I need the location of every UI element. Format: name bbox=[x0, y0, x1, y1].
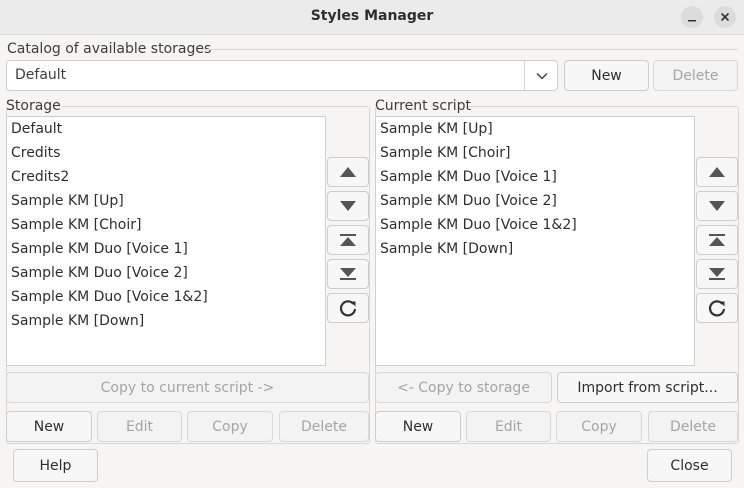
import-from-script-button[interactable]: Import from script... bbox=[557, 372, 738, 403]
sort-icon bbox=[338, 298, 358, 318]
list-item[interactable]: Sample KM Duo [Voice 1] bbox=[7, 237, 325, 261]
catalog-combobox[interactable]: Default bbox=[6, 60, 558, 91]
sort-icon bbox=[707, 298, 727, 318]
storage-move-bottom-button[interactable] bbox=[327, 259, 369, 289]
script-frame-top bbox=[468, 106, 737, 107]
storage-copy-button[interactable]: Copy bbox=[187, 411, 273, 442]
title-bar: Styles Manager bbox=[0, 0, 744, 35]
script-move-down-button[interactable] bbox=[696, 191, 738, 221]
help-button[interactable]: Help bbox=[13, 449, 98, 482]
list-item[interactable]: Sample KM [Down] bbox=[7, 309, 325, 333]
list-item[interactable]: Sample KM Duo [Voice 1] bbox=[376, 165, 694, 189]
list-item[interactable]: Sample KM [Up] bbox=[376, 117, 694, 141]
list-item[interactable]: Sample KM Duo [Voice 1&2] bbox=[7, 285, 325, 309]
move-to-top-icon bbox=[708, 233, 726, 247]
catalog-delete-button[interactable]: Delete bbox=[653, 60, 738, 91]
copy-to-storage-button[interactable]: <- Copy to storage bbox=[375, 372, 552, 403]
storage-frame-top bbox=[62, 106, 368, 107]
storage-move-up-button[interactable] bbox=[327, 157, 369, 187]
window-title: Styles Manager bbox=[310, 8, 434, 24]
close-window-button[interactable] bbox=[714, 6, 736, 28]
list-item[interactable]: Credits2 bbox=[7, 165, 325, 189]
script-delete-button[interactable]: Delete bbox=[648, 411, 738, 442]
script-move-bottom-button[interactable] bbox=[696, 259, 738, 289]
list-item[interactable]: Sample KM Duo [Voice 1&2] bbox=[376, 213, 694, 237]
script-copy-button[interactable]: Copy bbox=[556, 411, 642, 442]
triangle-down-icon bbox=[339, 200, 357, 212]
storage-move-top-button[interactable] bbox=[327, 225, 369, 255]
triangle-down-icon bbox=[708, 200, 726, 212]
list-item[interactable]: Sample KM Duo [Voice 2] bbox=[376, 189, 694, 213]
storage-sort-button[interactable] bbox=[327, 293, 369, 323]
list-item[interactable]: Sample KM [Up] bbox=[7, 189, 325, 213]
list-item[interactable]: Sample KM [Down] bbox=[376, 237, 694, 261]
move-to-top-icon bbox=[339, 233, 357, 247]
chevron-down-icon[interactable] bbox=[525, 61, 558, 90]
triangle-up-icon bbox=[708, 166, 726, 178]
current-script-list[interactable]: Sample KM [Up] Sample KM [Choir] Sample … bbox=[375, 116, 695, 366]
list-item[interactable]: Sample KM [Choir] bbox=[376, 141, 694, 165]
list-item[interactable]: Sample KM [Choir] bbox=[7, 213, 325, 237]
catalog-divider bbox=[202, 49, 738, 50]
catalog-selected-value: Default bbox=[15, 67, 67, 83]
catalog-label: Catalog of available storages bbox=[7, 41, 212, 57]
minimize-button[interactable] bbox=[681, 6, 703, 28]
script-move-up-button[interactable] bbox=[696, 157, 738, 187]
storage-edit-button[interactable]: Edit bbox=[97, 411, 182, 442]
storage-delete-button[interactable]: Delete bbox=[279, 411, 369, 442]
move-to-bottom-icon bbox=[339, 267, 357, 281]
minimize-icon bbox=[687, 12, 697, 22]
storage-list[interactable]: Default Credits Credits2 Sample KM [Up] … bbox=[6, 116, 326, 366]
list-item[interactable]: Sample KM Duo [Voice 2] bbox=[7, 261, 325, 285]
list-item[interactable]: Credits bbox=[7, 141, 325, 165]
close-button[interactable]: Close bbox=[647, 449, 732, 482]
catalog-new-button[interactable]: New bbox=[564, 60, 649, 91]
copy-to-current-script-button[interactable]: Copy to current script -> bbox=[6, 372, 369, 403]
script-new-button[interactable]: New bbox=[375, 411, 461, 442]
storage-new-button[interactable]: New bbox=[6, 411, 92, 442]
close-icon bbox=[720, 12, 730, 22]
storage-move-down-button[interactable] bbox=[327, 191, 369, 221]
list-item[interactable]: Default bbox=[7, 117, 325, 141]
script-sort-button[interactable] bbox=[696, 293, 738, 323]
move-to-bottom-icon bbox=[708, 267, 726, 281]
triangle-up-icon bbox=[339, 166, 357, 178]
script-edit-button[interactable]: Edit bbox=[466, 411, 551, 442]
script-move-top-button[interactable] bbox=[696, 225, 738, 255]
